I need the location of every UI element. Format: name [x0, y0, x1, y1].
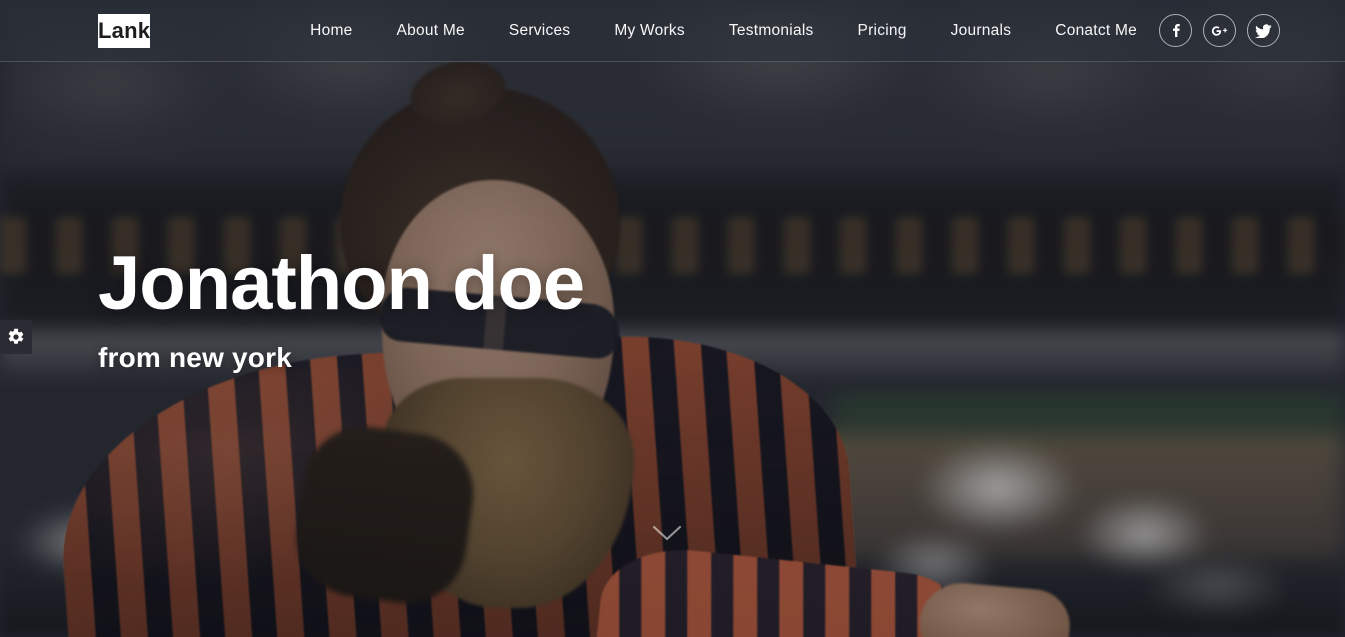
google-plus-icon[interactable]	[1203, 14, 1237, 47]
nav-item-my-works[interactable]: My Works	[592, 22, 707, 40]
site-header: Lank Home About Me Services My Works Tes…	[0, 0, 1345, 62]
hero-text-block: Jonathon doe from new york	[98, 241, 585, 374]
hero-title: Jonathon doe	[98, 241, 585, 326]
site-logo[interactable]: Lank	[98, 13, 151, 48]
nav-item-services[interactable]: Services	[487, 22, 592, 40]
settings-panel-toggle[interactable]	[0, 320, 32, 354]
twitter-icon[interactable]	[1247, 14, 1281, 47]
nav-item-journals[interactable]: Journals	[929, 22, 1034, 40]
nav-item-testmonials[interactable]: Testmonials	[707, 22, 836, 40]
nav-item-about-me[interactable]: About Me	[375, 22, 487, 40]
scroll-down-button[interactable]	[650, 520, 684, 546]
chevron-down-icon	[652, 525, 682, 541]
nav-item-pricing[interactable]: Pricing	[836, 22, 929, 40]
site-logo-text: Lank	[98, 17, 151, 43]
gear-icon	[8, 328, 24, 344]
social-links	[1159, 14, 1281, 47]
nav-item-conatct-me[interactable]: Conatct Me	[1033, 22, 1159, 40]
nav-item-home[interactable]: Home	[288, 22, 374, 40]
main-navigation: Home About Me Services My Works Testmoni…	[288, 22, 1159, 40]
page-root: Lank Home About Me Services My Works Tes…	[0, 0, 1345, 637]
hero-subtitle: from new york	[98, 342, 292, 373]
facebook-icon[interactable]	[1159, 14, 1193, 47]
